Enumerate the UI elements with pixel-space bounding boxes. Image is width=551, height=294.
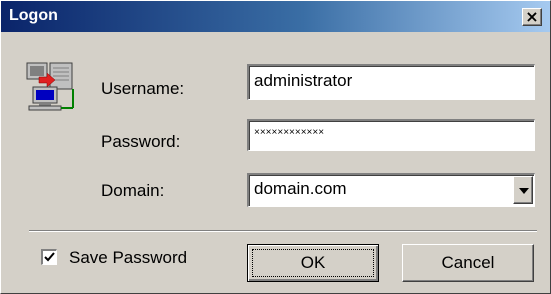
save-password-checkbox[interactable]: [41, 249, 57, 265]
domain-dropdown-button[interactable]: [513, 176, 533, 204]
close-button[interactable]: ×: [522, 7, 542, 26]
cancel-button[interactable]: Cancel: [402, 244, 534, 282]
cancel-button-label: Cancel: [441, 253, 495, 272]
network-computers-icon: [23, 61, 77, 111]
chevron-down-icon: [519, 188, 529, 194]
save-password-label[interactable]: Save Password: [69, 248, 187, 268]
domain-value: domain.com: [254, 179, 347, 198]
close-icon: ×: [525, 7, 539, 26]
dialog-title: Logon: [9, 7, 58, 24]
password-label: Password:: [101, 132, 181, 151]
username-input[interactable]: administrator: [247, 64, 535, 100]
ok-button[interactable]: OK: [247, 244, 379, 282]
separator: [29, 230, 537, 232]
ok-button-label: OK: [300, 253, 326, 272]
domain-label: Domain:: [101, 181, 165, 200]
domain-select[interactable]: domain.com: [247, 173, 535, 207]
checkmark-icon: [44, 252, 55, 262]
username-label: Username:: [101, 79, 185, 98]
password-input[interactable]: ××××××××××××: [247, 119, 535, 151]
title-bar[interactable]: Logon ×: [1, 1, 550, 32]
logon-dialog: Logon × Username: administrator Password…: [0, 0, 551, 294]
